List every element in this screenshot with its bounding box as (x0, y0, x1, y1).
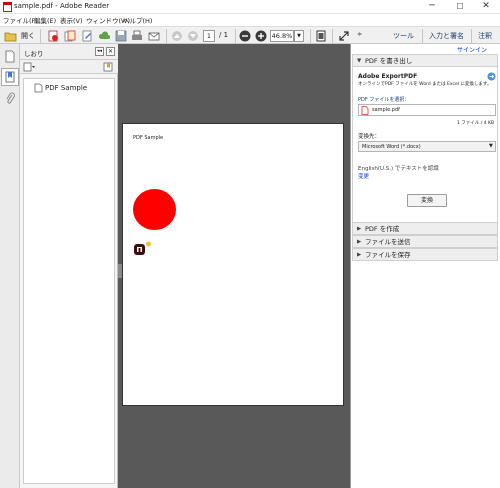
document-icon (34, 83, 43, 93)
pdf-page[interactable]: PDF Sample (122, 123, 344, 406)
convert-button[interactable]: 変換 (407, 194, 447, 207)
collapsed-arrow-icon: ▶ (357, 252, 362, 258)
toolbar-separator (422, 29, 423, 43)
store-files-section-title: ファイルを保存 (365, 251, 411, 259)
title-bar: sample.pdf - Adobe Reader ─ ☐ ✕ (0, 0, 500, 14)
bookmark-icon (5, 71, 15, 83)
convert-to-label: 変換先： (358, 134, 381, 140)
toolbar-separator (166, 29, 167, 43)
menu-view[interactable]: 表示(V) (60, 15, 83, 25)
export-service-icon (487, 72, 496, 81)
fit-page-icon[interactable] (315, 30, 327, 42)
open-folder-icon[interactable] (4, 30, 17, 42)
previous-page-icon[interactable] (171, 30, 183, 42)
bookmarks-title: しおり (24, 50, 44, 58)
export-pdf-section-header[interactable]: ▼ PDF を書き出し (352, 54, 498, 67)
navigation-pane-strip (0, 44, 20, 488)
tab-comment[interactable]: 注釈 (478, 31, 492, 41)
cloud-upload-icon[interactable] (98, 30, 110, 42)
chevron-down-icon: ▼ (489, 143, 493, 149)
minimize-button[interactable]: ─ (418, 0, 446, 14)
expanded-arrow-icon: ▼ (357, 58, 362, 64)
toolbar-separator (332, 29, 333, 43)
full-screen-icon[interactable] (338, 30, 350, 42)
create-pdf-section-title: PDF を作成 (365, 225, 400, 233)
page-thumbnails-icon[interactable] (4, 50, 16, 63)
toolbar-separator (235, 29, 236, 43)
select-file-label: PDF ファイルを選択： (358, 97, 410, 103)
collapse-panel-icon[interactable]: ◂◂ (95, 47, 104, 56)
menu-file[interactable]: ファイル(F) (3, 15, 38, 25)
pdf-file-icon (361, 106, 369, 115)
toolbar-separator (310, 29, 311, 43)
new-bookmark-icon[interactable] (103, 62, 114, 72)
tab-fill-and-sign[interactable]: 入力と署名 (429, 31, 464, 41)
convert-to-select[interactable]: Microsoft Word (*.docx) ▼ (358, 141, 496, 152)
menu-edit[interactable]: 編集(E) (34, 15, 56, 25)
create-pdf-icon[interactable] (47, 30, 59, 42)
bookmarks-toolbar (20, 60, 118, 74)
attachments-paperclip-icon[interactable] (4, 92, 16, 105)
close-button[interactable]: ✕ (472, 0, 500, 14)
zoom-dropdown-chevron-icon[interactable]: ▼ (294, 30, 304, 42)
save-icon[interactable] (115, 30, 127, 42)
email-icon[interactable] (148, 30, 160, 42)
zoom-in-icon[interactable] (255, 30, 267, 42)
bookmark-label: PDF Sample (45, 84, 88, 92)
tab-tools[interactable]: ツール (393, 31, 414, 41)
bookmarks-tab[interactable] (1, 68, 19, 86)
toolbar-separator (40, 29, 41, 43)
zoom-level-input[interactable]: 46.8% (270, 30, 294, 42)
bookmark-item[interactable]: PDF Sample (34, 83, 112, 95)
bookmark-options-icon[interactable] (23, 62, 35, 72)
window-title: sample.pdf - Adobe Reader (14, 2, 110, 10)
selected-file-name: sample.pdf (372, 107, 400, 113)
page-number-input[interactable]: 1 (203, 30, 215, 42)
ocr-language-text: English(U.S.) でテキストを認識 (358, 166, 439, 172)
zoom-out-icon[interactable] (239, 30, 251, 42)
service-description: オンラインでPDF ファイルを Word または Excel に変換します。 (358, 82, 492, 87)
page-heading: PDF Sample (133, 135, 164, 141)
print-icon[interactable] (131, 30, 143, 42)
change-language-link[interactable]: 変更 (358, 172, 369, 180)
send-files-section-title: ファイルを送信 (365, 238, 411, 246)
convert-to-value: Microsoft Word (*.docx) (362, 144, 421, 150)
tools-pane: サインイン ▼ PDF を書き出し Adobe ExportPDF オンラインで… (350, 44, 500, 488)
bookmarks-list: PDF Sample (23, 78, 115, 484)
red-circle-shape (133, 189, 176, 230)
menu-bar: ファイル(F) 編集(E) 表示(V) ウィンドウ(W) ヘルプ(H) (0, 14, 500, 26)
decorative-logo-icon (134, 241, 151, 255)
toolbar-separator (471, 29, 472, 43)
create-pdf-section-header[interactable]: ▶ PDF を作成 (352, 222, 498, 235)
service-name: Adobe ExportPDF (358, 73, 418, 80)
next-page-icon[interactable] (187, 30, 199, 42)
open-button[interactable]: 開く (21, 31, 35, 41)
page-total: / 1 (219, 31, 229, 39)
sign-in-link[interactable]: サインイン (457, 45, 487, 54)
maximize-button[interactable]: ☐ (446, 0, 474, 14)
menu-help[interactable]: ヘルプ(H) (123, 15, 152, 25)
send-files-section-header[interactable]: ▶ ファイルを送信 (352, 235, 498, 248)
collapsed-arrow-icon: ▶ (357, 239, 362, 245)
adobe-reader-icon (3, 2, 12, 12)
collapsed-arrow-icon: ▶ (357, 226, 362, 232)
selected-file-field[interactable]: sample.pdf (358, 104, 496, 116)
bookmarks-header: しおり ◂◂ ✕ (20, 44, 118, 60)
store-files-section-header[interactable]: ▶ ファイルを保存 (352, 248, 498, 261)
bookmarks-panel: しおり ◂◂ ✕ PDF Sample (20, 44, 118, 488)
toolbar: 開く 1 / 1 46.8% ▼ ≑ ツール 入力と署名 注釈 (0, 26, 500, 44)
file-info: 1 ファイル / 4 KB (457, 121, 495, 126)
customize-toolbar-icon[interactable]: ≑ (357, 31, 362, 38)
export-pdf-section-title: PDF を書き出し (365, 57, 413, 65)
edit-pdf-icon[interactable] (81, 30, 93, 42)
close-panel-icon[interactable]: ✕ (106, 47, 115, 56)
combine-files-icon[interactable] (64, 30, 76, 42)
